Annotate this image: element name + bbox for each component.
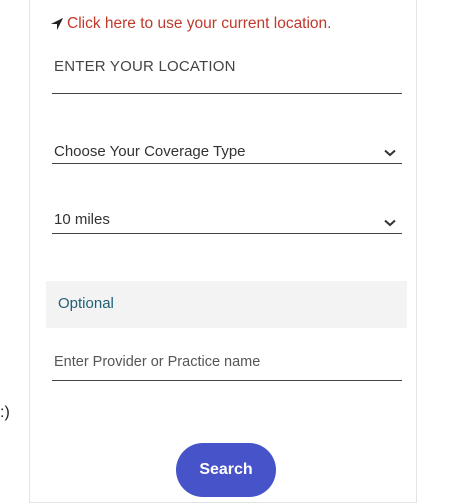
use-current-location-label: Click here to use your current location. <box>67 15 332 32</box>
location-search-page: :) Click here to use your current locati… <box>0 0 449 504</box>
use-current-location-link[interactable]: Click here to use your current location. <box>50 14 331 34</box>
chevron-down-icon <box>384 149 396 157</box>
coverage-type-select[interactable]: Choose Your Coverage Type <box>52 132 402 164</box>
location-input[interactable]: ENTER YOUR LOCATION <box>52 40 402 94</box>
location-input-placeholder: ENTER YOUR LOCATION <box>54 58 236 75</box>
coverage-type-value: Choose Your Coverage Type <box>54 143 246 160</box>
distance-select[interactable]: 10 miles <box>52 200 402 234</box>
provider-name-placeholder: Enter Provider or Practice name <box>54 354 261 370</box>
search-button[interactable]: Search <box>176 443 276 497</box>
optional-label: Optional <box>58 295 114 312</box>
provider-name-input[interactable]: Enter Provider or Practice name <box>52 342 402 381</box>
stray-text: :) <box>0 404 10 421</box>
optional-section-header: Optional <box>46 281 407 328</box>
location-arrow-icon <box>50 17 64 31</box>
distance-value: 10 miles <box>54 211 110 228</box>
chevron-down-icon <box>384 219 396 227</box>
